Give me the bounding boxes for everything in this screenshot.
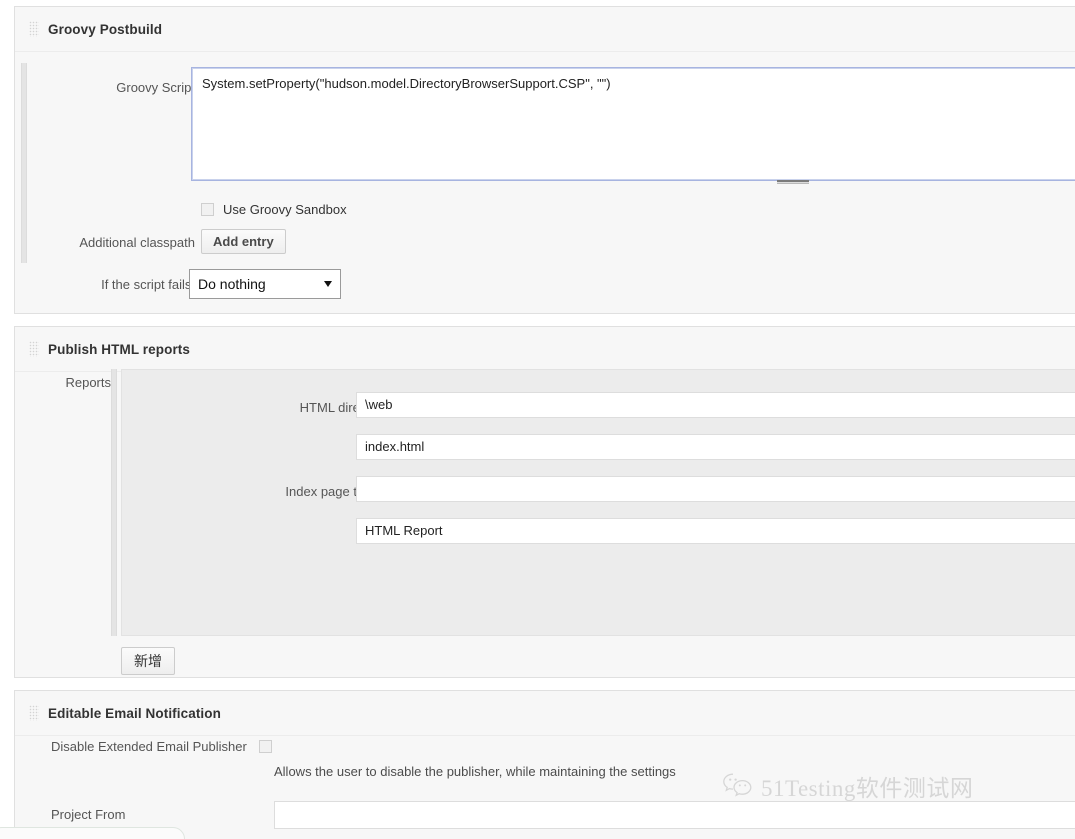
add-report-button-wrap: 新增 — [121, 647, 175, 675]
index-page-titles-input[interactable] — [356, 476, 1075, 502]
section-editable-email-notification: Editable Email Notification Disable Exte… — [14, 690, 1075, 839]
reports-inner-panel: HTML directory to archive \web Index pag… — [121, 369, 1075, 636]
additional-classpath-label: Additional classpath — [79, 235, 195, 250]
row-use-groovy-sandbox: Use Groovy Sandbox — [201, 202, 347, 217]
script-fails-label: If the script fails: — [101, 277, 195, 292]
drag-grip-icon[interactable] — [29, 21, 39, 37]
index-pages-input[interactable]: index.html — [356, 434, 1075, 460]
project-from-label: Project From — [51, 807, 126, 822]
report-title-input[interactable]: HTML Report — [356, 518, 1075, 544]
row-project-from: Project From — [51, 807, 125, 822]
section-header-editable-email-notification: Editable Email Notification — [15, 691, 1075, 736]
section-publish-html-reports: Publish HTML reports Reports HTML direct… — [14, 326, 1075, 678]
use-groovy-sandbox-label: Use Groovy Sandbox — [223, 202, 347, 217]
section-title: Publish HTML reports — [48, 341, 191, 357]
postbuild-actions-page: Groovy Postbuild Groovy Script System.se… — [0, 0, 1075, 839]
row-reports: Reports — [45, 375, 111, 390]
row-disable-extended-email-publisher: Disable Extended Email Publisher — [51, 739, 272, 754]
page-bottom-artifact — [0, 827, 185, 839]
section-header-publish-html-reports: Publish HTML reports — [15, 327, 1075, 372]
row-additional-classpath: Additional classpath — [55, 235, 195, 250]
disable-extended-email-publisher-label: Disable Extended Email Publisher — [51, 739, 247, 754]
script-fails-select[interactable]: Do nothing — [189, 269, 341, 299]
row-groovy-script: Groovy Script — [55, 80, 195, 95]
groovy-script-label: Groovy Script — [116, 80, 195, 95]
add-entry-button-wrap: Add entry — [201, 229, 286, 254]
script-fails-value: Do nothing — [198, 276, 266, 292]
section-title: Editable Email Notification — [48, 705, 221, 721]
add-entry-button[interactable]: Add entry — [201, 229, 286, 254]
section-title: Groovy Postbuild — [48, 21, 163, 37]
drag-grip-icon[interactable] — [29, 705, 39, 721]
disable-publisher-help-text: Allows the user to disable the publisher… — [274, 764, 676, 779]
section-header-groovy-postbuild: Groovy Postbuild — [15, 7, 1075, 52]
reports-block-bar — [111, 369, 117, 636]
groovy-script-textarea[interactable]: System.setProperty("hudson.model.Directo… — [191, 67, 1075, 181]
drag-grip-icon[interactable] — [29, 341, 39, 357]
disable-extended-email-publisher-checkbox[interactable] — [258, 740, 272, 753]
reports-label: Reports — [65, 375, 111, 390]
add-report-button[interactable]: 新增 — [121, 647, 175, 675]
row-script-fails: If the script fails: — [43, 277, 195, 292]
textarea-resize-handle[interactable] — [777, 180, 809, 184]
use-groovy-sandbox-checkbox[interactable] — [201, 203, 214, 216]
section-groovy-postbuild: Groovy Postbuild Groovy Script System.se… — [14, 6, 1075, 314]
form-block-bar — [21, 63, 27, 263]
project-from-input[interactable] — [274, 801, 1075, 829]
html-directory-input[interactable]: \web — [356, 392, 1075, 418]
chevron-down-icon — [324, 281, 332, 287]
